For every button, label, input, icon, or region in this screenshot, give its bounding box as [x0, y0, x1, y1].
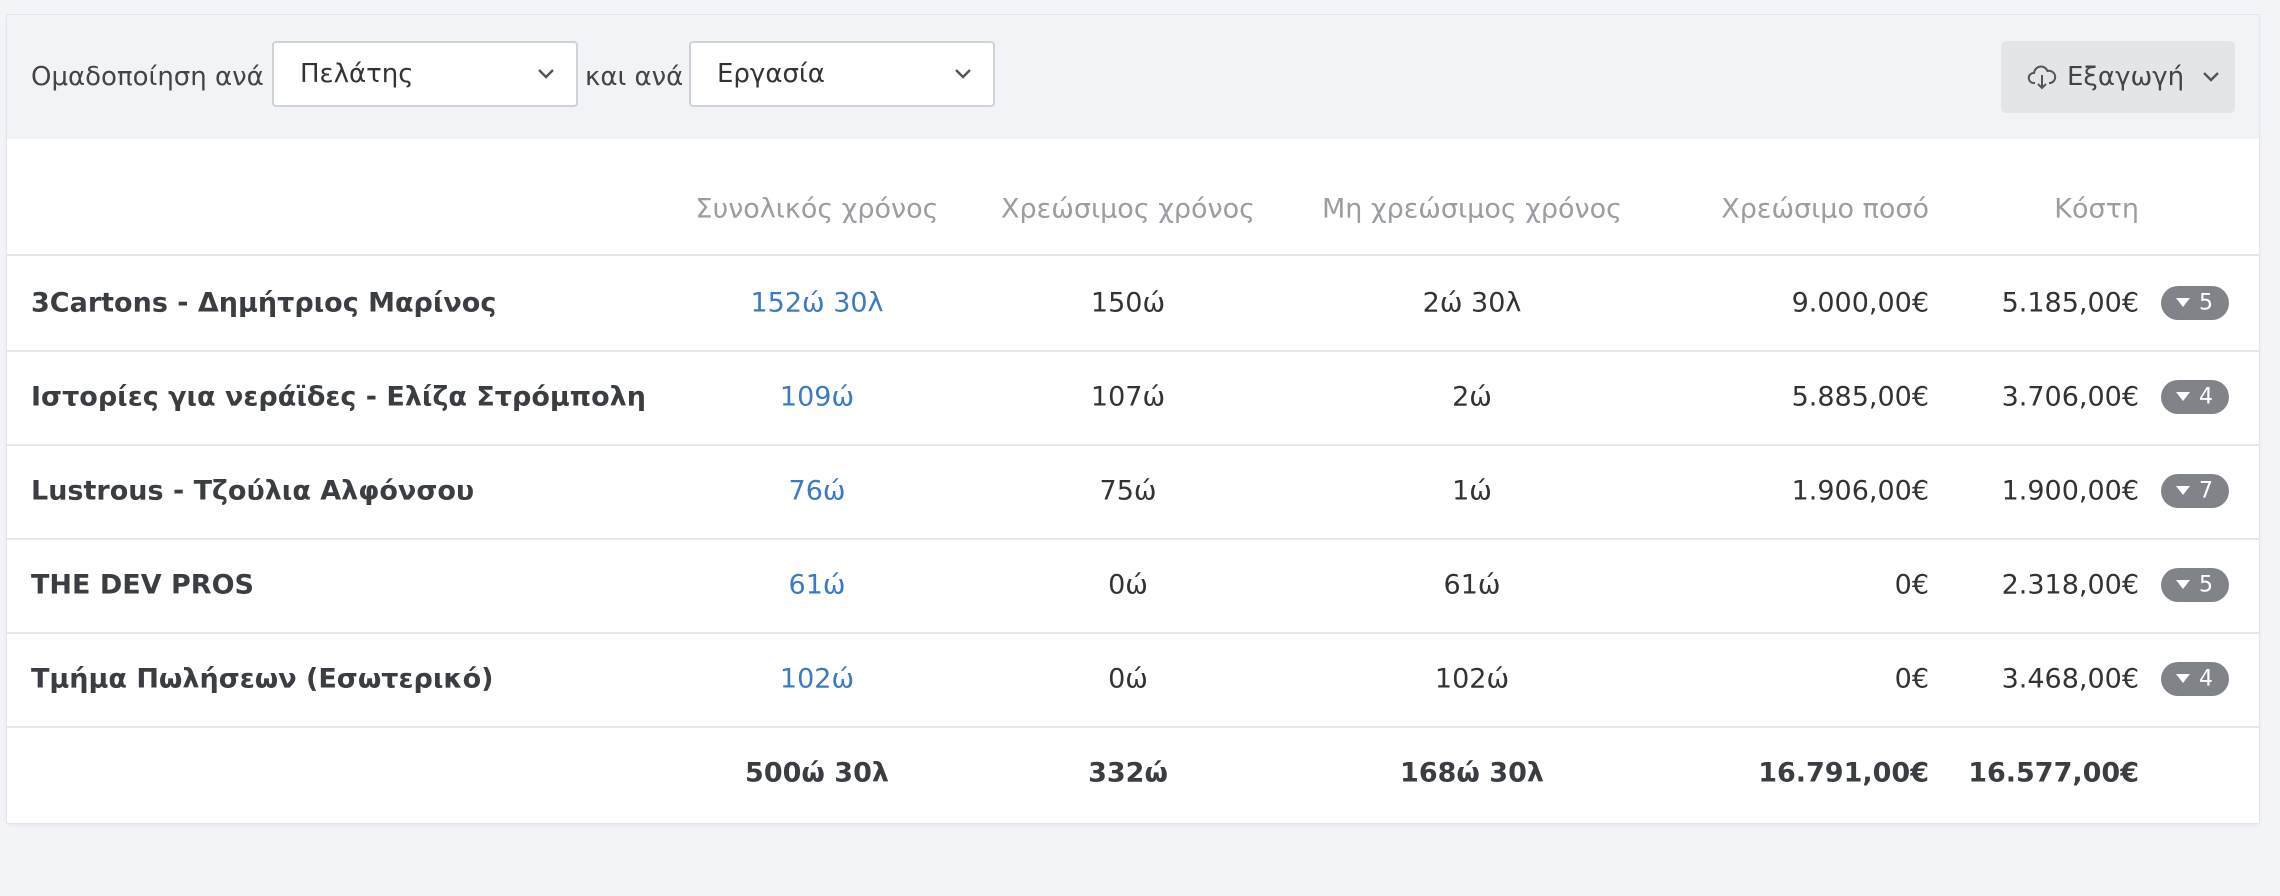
report-card: Ομαδοποίηση ανά Πελάτης και ανά Εργασία … — [7, 15, 2259, 823]
total-time-link[interactable]: 61ώ — [789, 570, 846, 601]
billable-time: 0ώ — [1108, 663, 1148, 695]
task-count: 4 — [2199, 384, 2213, 410]
billable-time: 0ώ — [1108, 569, 1148, 601]
header-billable-time[interactable]: Χρεώσιμος χρόνος — [1001, 194, 1255, 225]
billable-amount: 5.885,00€ — [1791, 381, 1929, 413]
totals-row: 500ώ 30λ 332ώ 168ώ 30λ 16.791,00€ 16.577… — [7, 726, 2259, 820]
table-row[interactable]: THE DEV PROS 61ώ 0ώ 61ώ 0€ 2.318,00€ 5 — [7, 538, 2259, 634]
export-label: Εξαγωγή — [2067, 62, 2185, 92]
non-billable-time: 2ώ — [1452, 381, 1492, 413]
non-billable-time: 102ώ — [1434, 663, 1510, 695]
total-time-link[interactable]: 76ώ — [789, 476, 846, 507]
task-count: 5 — [2199, 290, 2213, 316]
caret-down-icon — [2176, 298, 2190, 307]
total-time-link[interactable]: 102ώ — [780, 664, 854, 695]
cost: 1.900,00€ — [2001, 475, 2139, 507]
caret-down-icon — [2176, 486, 2190, 495]
cost: 3.468,00€ — [2001, 663, 2139, 695]
billable-time-sum: 332ώ — [1088, 757, 1168, 789]
group-by-value: Πελάτης — [300, 59, 414, 89]
billable-time: 75ώ — [1099, 475, 1157, 507]
total-time-link[interactable]: 152ώ 30λ — [750, 288, 883, 319]
chevron-down-icon — [538, 69, 554, 79]
cloud-download-icon — [2027, 65, 2057, 90]
table-row[interactable]: Lustrous - Τζούλια Αλφόνσου 76ώ 75ώ 1ώ 1… — [7, 444, 2259, 540]
cost-sum: 16.577,00€ — [1968, 757, 2139, 789]
expand-badge[interactable]: 5 — [2161, 568, 2229, 602]
header-billable-amount[interactable]: Χρεώσιμο ποσό — [1721, 194, 1929, 225]
billable-amount: 1.906,00€ — [1791, 475, 1929, 507]
client-name: THE DEV PROS — [31, 569, 254, 601]
client-name: Lustrous - Τζούλια Αλφόνσου — [31, 475, 475, 507]
table-row[interactable]: Τμήμα Πωλήσεων (Εσωτερικό) 102ώ 0ώ 102ώ … — [7, 632, 2259, 728]
cost: 3.706,00€ — [2001, 381, 2139, 413]
task-count: 4 — [2199, 666, 2213, 692]
header-non-billable-time[interactable]: Μη χρεώσιμος χρόνος — [1322, 194, 1622, 225]
non-billable-time: 61ώ — [1443, 569, 1501, 601]
expand-badge[interactable]: 5 — [2161, 286, 2229, 320]
expand-badge[interactable]: 4 — [2161, 380, 2229, 414]
expand-badge[interactable]: 4 — [2161, 662, 2229, 696]
caret-down-icon — [2176, 674, 2190, 683]
billable-amount: 9.000,00€ — [1791, 287, 1929, 319]
caret-down-icon — [2176, 580, 2190, 589]
report-toolbar: Ομαδοποίηση ανά Πελάτης και ανά Εργασία … — [7, 15, 2259, 139]
cost: 2.318,00€ — [2001, 569, 2139, 601]
task-count: 5 — [2199, 572, 2213, 598]
billable-amount-sum: 16.791,00€ — [1758, 757, 1929, 789]
chevron-down-icon — [955, 69, 971, 79]
billable-time: 107ώ — [1090, 381, 1166, 413]
export-button[interactable]: Εξαγωγή — [2001, 41, 2235, 113]
table-row[interactable]: Ιστορίες για νεράϊδες - Ελίζα Στρόμπολη … — [7, 350, 2259, 446]
chevron-down-icon — [2203, 72, 2219, 82]
billable-amount: 0€ — [1894, 663, 1929, 695]
non-billable-time: 1ώ — [1452, 475, 1492, 507]
and-by-label: και ανά — [585, 62, 684, 92]
total-time-link[interactable]: 109ώ — [780, 382, 854, 413]
group-by-select[interactable]: Πελάτης — [272, 41, 578, 107]
task-count: 7 — [2199, 478, 2213, 504]
caret-down-icon — [2176, 392, 2190, 401]
non-billable-time-sum: 168ώ 30λ — [1400, 757, 1544, 789]
header-total-time[interactable]: Συνολικός χρόνος — [696, 194, 939, 225]
client-name: Τμήμα Πωλήσεων (Εσωτερικό) — [31, 663, 494, 695]
non-billable-time: 2ώ 30λ — [1422, 287, 1522, 319]
and-by-value: Εργασία — [717, 59, 825, 89]
client-name: 3Cartons - Δημήτριος Μαρίνος — [31, 287, 497, 319]
billable-time: 150ώ — [1090, 287, 1166, 319]
client-name: Ιστορίες για νεράϊδες - Ελίζα Στρόμπολη — [31, 381, 646, 413]
and-by-select[interactable]: Εργασία — [689, 41, 995, 107]
header-cost[interactable]: Κόστη — [2054, 194, 2139, 225]
total-time-sum: 500ώ 30λ — [745, 757, 889, 789]
cost: 5.185,00€ — [2001, 287, 2139, 319]
billable-amount: 0€ — [1894, 569, 1929, 601]
table-row[interactable]: 3Cartons - Δημήτριος Μαρίνος 152ώ 30λ 15… — [7, 256, 2259, 352]
expand-badge[interactable]: 7 — [2161, 474, 2229, 508]
group-by-label: Ομαδοποίηση ανά — [31, 62, 264, 92]
